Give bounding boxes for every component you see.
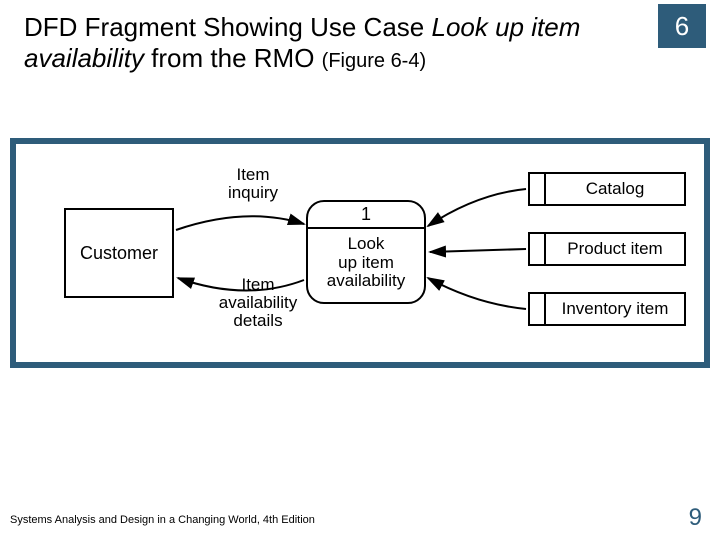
title-figure-ref: (Figure 6-4)	[322, 50, 426, 72]
title-prefix: DFD Fragment Showing Use Case	[24, 12, 431, 42]
arrows-layer	[16, 144, 704, 362]
footer-page-number: 9	[689, 504, 702, 532]
title-suffix: from the RMO	[144, 43, 322, 73]
diagram-container: Customer 1 Look up item availability Cat…	[10, 138, 710, 368]
slide-title: DFD Fragment Showing Use Case Look up it…	[24, 12, 624, 74]
dfd-diagram: Customer 1 Look up item availability Cat…	[16, 144, 704, 362]
footer-book-title: Systems Analysis and Design in a Changin…	[10, 514, 315, 526]
chapter-badge: 6	[658, 4, 706, 48]
